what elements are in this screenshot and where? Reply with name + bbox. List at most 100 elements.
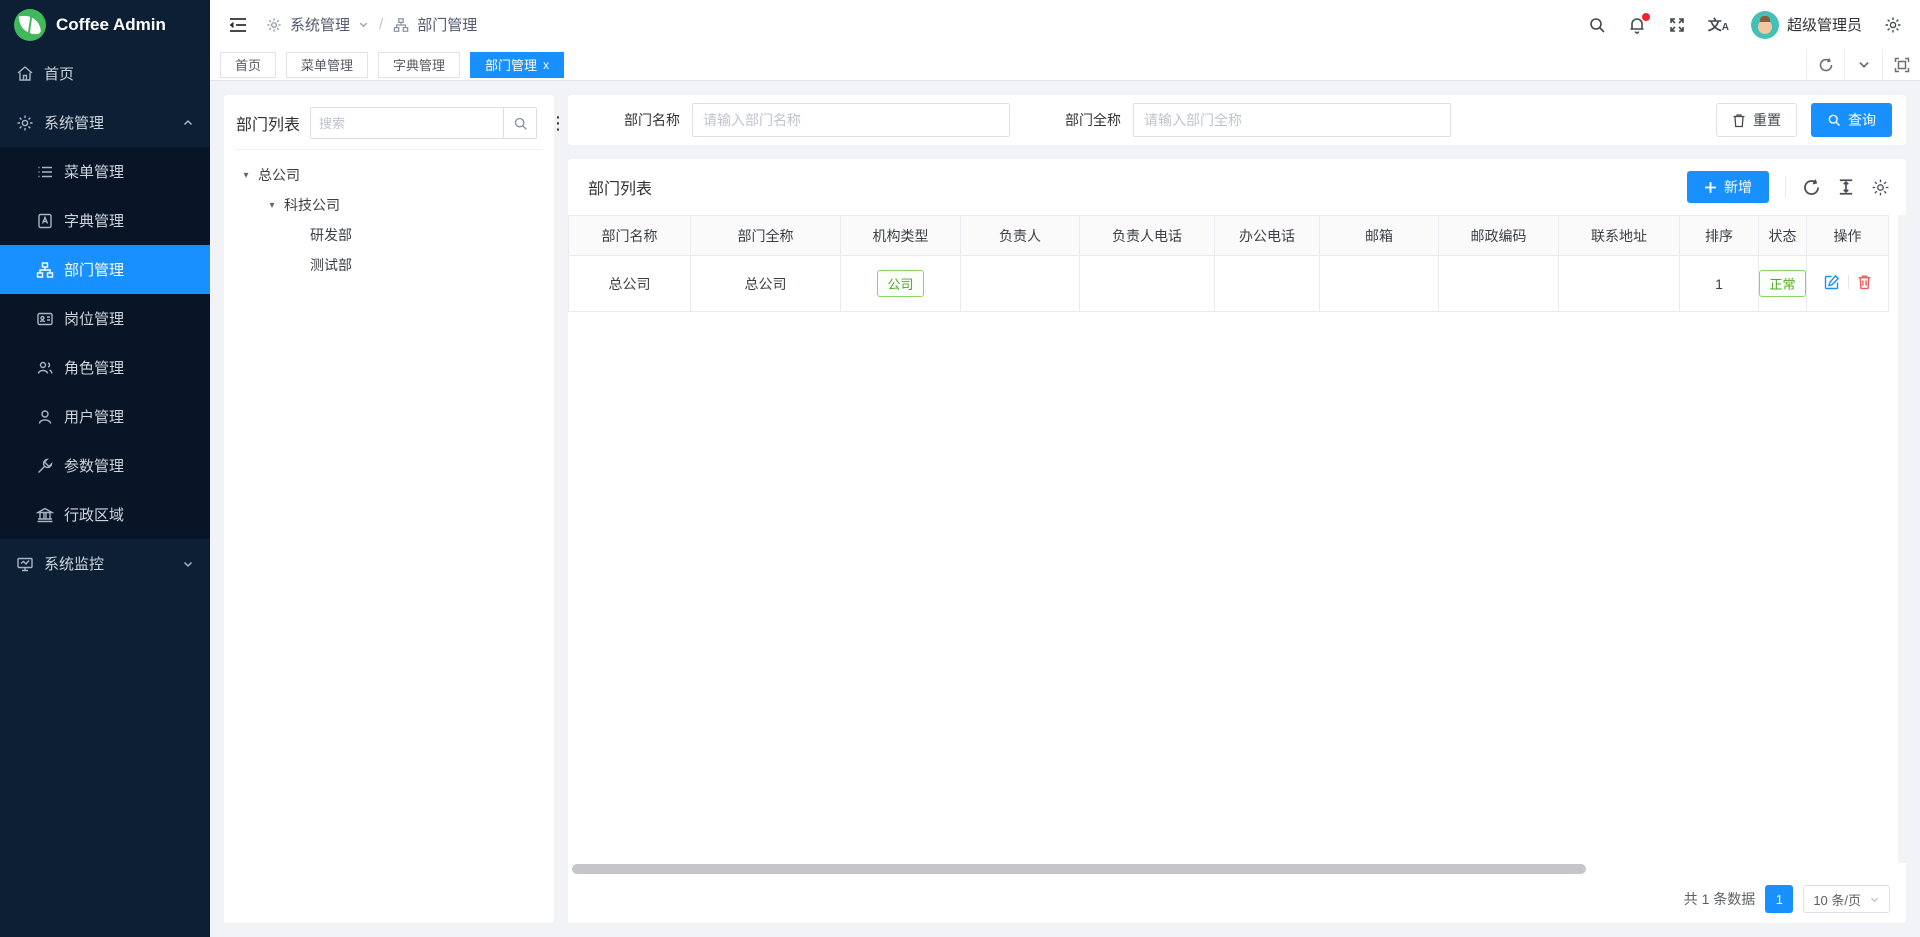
- monitor-icon: [16, 555, 34, 573]
- dept-fullname-input[interactable]: [1133, 103, 1451, 137]
- tab-dict-mgmt[interactable]: 字典管理: [378, 52, 460, 78]
- tree-node-test-dept[interactable]: 测试部: [236, 250, 542, 280]
- tree-node-rd-dept[interactable]: 研发部: [236, 220, 542, 250]
- sidebar-item-label: 用户管理: [64, 406, 124, 427]
- right-column: 部门名称 部门全称 重置 查询: [568, 95, 1906, 923]
- add-button[interactable]: 新增: [1687, 171, 1769, 203]
- tab-home[interactable]: 首页: [220, 52, 276, 78]
- edit-icon[interactable]: [1824, 274, 1840, 290]
- sidebar-item-home[interactable]: 首页: [0, 49, 210, 98]
- search-icon[interactable]: [1588, 16, 1606, 34]
- page-1-button[interactable]: 1: [1765, 885, 1793, 913]
- col-office-phone: 办公电话: [1215, 216, 1320, 256]
- table-row[interactable]: 总公司 总公司 公司 1 正常: [569, 256, 1889, 312]
- tabbar-controls: [1806, 49, 1920, 80]
- bank-icon: [36, 506, 54, 524]
- horizontal-scrollbar-thumb[interactable]: [572, 864, 1586, 874]
- chevron-down-icon[interactable]: [1844, 49, 1882, 80]
- sidebar-item-label: 岗位管理: [64, 308, 124, 329]
- dept-name-input[interactable]: [692, 103, 1010, 137]
- vertical-scrollbar-track[interactable]: [1898, 215, 1906, 863]
- sidebar-collapse-icon[interactable]: [228, 16, 248, 34]
- row-height-icon[interactable]: [1837, 178, 1855, 196]
- sidebar-item-user-mgmt[interactable]: 用户管理: [0, 392, 210, 441]
- tab-dept-mgmt[interactable]: 部门管理 x: [470, 52, 564, 78]
- leaf-logo-icon: [14, 9, 46, 41]
- maximize-icon[interactable]: [1882, 49, 1920, 80]
- tree-node-tech-company[interactable]: ▾ 科技公司: [236, 190, 542, 220]
- sidebar-item-dict-mgmt[interactable]: 字典管理: [0, 196, 210, 245]
- sidebar: Coffee Admin 首页 系统管理 菜单管理 字典管理 部门管理: [0, 0, 210, 937]
- refresh-icon[interactable]: [1806, 49, 1844, 80]
- cell-dept-fullname: 总公司: [691, 256, 841, 312]
- col-org-type: 机构类型: [841, 216, 961, 256]
- main-area: 系统管理 / 部门管理 文A 超级管理员: [210, 0, 1920, 937]
- sidebar-item-label: 菜单管理: [64, 161, 124, 182]
- chevron-down-icon: [1869, 894, 1880, 905]
- tab-close-icon[interactable]: x: [543, 58, 549, 72]
- roles-icon: [36, 359, 54, 377]
- username: 超级管理员: [1787, 14, 1862, 35]
- col-status: 状态: [1759, 216, 1807, 256]
- caret-down-icon[interactable]: ▾: [240, 170, 252, 181]
- content-area: 部门列表 ⋮ ▾ 总公司 ▾ 科技公司: [210, 81, 1920, 937]
- app-title: Coffee Admin: [56, 15, 166, 35]
- tree-search-button[interactable]: [503, 107, 537, 139]
- translate-icon[interactable]: 文A: [1708, 15, 1729, 35]
- reset-button[interactable]: 重置: [1716, 103, 1797, 137]
- tree-more-icon[interactable]: ⋮: [547, 114, 569, 132]
- gear-icon: [16, 114, 34, 132]
- cell-address: [1559, 256, 1680, 312]
- query-button[interactable]: 查询: [1811, 103, 1892, 137]
- sidebar-item-label: 系统管理: [44, 112, 104, 133]
- breadcrumb-level2[interactable]: 部门管理: [417, 14, 477, 35]
- sidebar-item-menu-mgmt[interactable]: 菜单管理: [0, 147, 210, 196]
- tab-bar: 首页 菜单管理 字典管理 部门管理 x: [210, 49, 1920, 81]
- tab-menu-mgmt[interactable]: 菜单管理: [286, 52, 368, 78]
- sidebar-item-label: 字典管理: [64, 210, 124, 231]
- col-dept-fullname: 部门全称: [691, 216, 841, 256]
- fullscreen-icon[interactable]: [1668, 16, 1686, 34]
- avatar: [1751, 11, 1779, 39]
- refresh-icon[interactable]: [1802, 178, 1821, 197]
- sidebar-item-region[interactable]: 行政区域: [0, 490, 210, 539]
- chevron-up-icon: [182, 117, 194, 129]
- tree-node-head-office[interactable]: ▾ 总公司: [236, 160, 542, 190]
- caret-down-icon[interactable]: ▾: [266, 200, 278, 211]
- search-icon: [513, 116, 528, 131]
- tree-search-group: [310, 107, 537, 139]
- sidebar-item-system[interactable]: 系统管理: [0, 98, 210, 147]
- sidebar-item-param-mgmt[interactable]: 参数管理: [0, 441, 210, 490]
- user-menu[interactable]: 超级管理员: [1751, 11, 1862, 39]
- sidebar-item-label: 角色管理: [64, 357, 124, 378]
- status-badge: 正常: [1759, 270, 1805, 297]
- sidebar-item-post-mgmt[interactable]: 岗位管理: [0, 294, 210, 343]
- breadcrumb-level1[interactable]: 系统管理: [290, 14, 350, 35]
- page-size-select[interactable]: 10 条/页: [1803, 885, 1890, 913]
- breadcrumb: 系统管理 / 部门管理: [266, 14, 477, 35]
- settings-gear-icon[interactable]: [1884, 16, 1902, 34]
- sidebar-item-label: 部门管理: [64, 259, 124, 280]
- action-divider: [1848, 275, 1849, 289]
- search-form: 部门名称 部门全称 重置 查询: [568, 95, 1906, 145]
- sidebar-item-monitor[interactable]: 系统监控: [0, 539, 210, 588]
- sidebar-item-role-mgmt[interactable]: 角色管理: [0, 343, 210, 392]
- col-dept-name: 部门名称: [569, 216, 691, 256]
- dept-fullname-label: 部门全称: [1065, 110, 1121, 130]
- sidebar-item-dept-mgmt[interactable]: 部门管理: [0, 245, 210, 294]
- tree-search-input[interactable]: [310, 107, 503, 139]
- app-logo[interactable]: Coffee Admin: [0, 0, 210, 49]
- user-icon: [36, 408, 54, 426]
- dept-table-card: 部门列表 新增: [568, 159, 1906, 923]
- org-chart-icon: [36, 261, 54, 279]
- dept-tree: ▾ 总公司 ▾ 科技公司 研发部 测试部: [236, 150, 542, 280]
- col-email: 邮箱: [1320, 216, 1439, 256]
- table-scroll-area[interactable]: 部门名称 部门全称 机构类型 负责人 负责人电话 办公电话 邮箱 邮政编码 联系…: [568, 215, 1906, 863]
- list-icon: [36, 163, 54, 181]
- column-settings-gear-icon[interactable]: [1871, 178, 1890, 197]
- horizontal-scrollbar[interactable]: [570, 863, 1904, 875]
- table-header-row: 部门名称 部门全称 机构类型 负责人 负责人电话 办公电话 邮箱 邮政编码 联系…: [569, 216, 1889, 256]
- delete-icon[interactable]: [1857, 274, 1872, 290]
- sidebar-menu: 首页 系统管理 菜单管理 字典管理 部门管理 岗位管理: [0, 49, 210, 937]
- notification-bell-icon[interactable]: [1628, 16, 1646, 34]
